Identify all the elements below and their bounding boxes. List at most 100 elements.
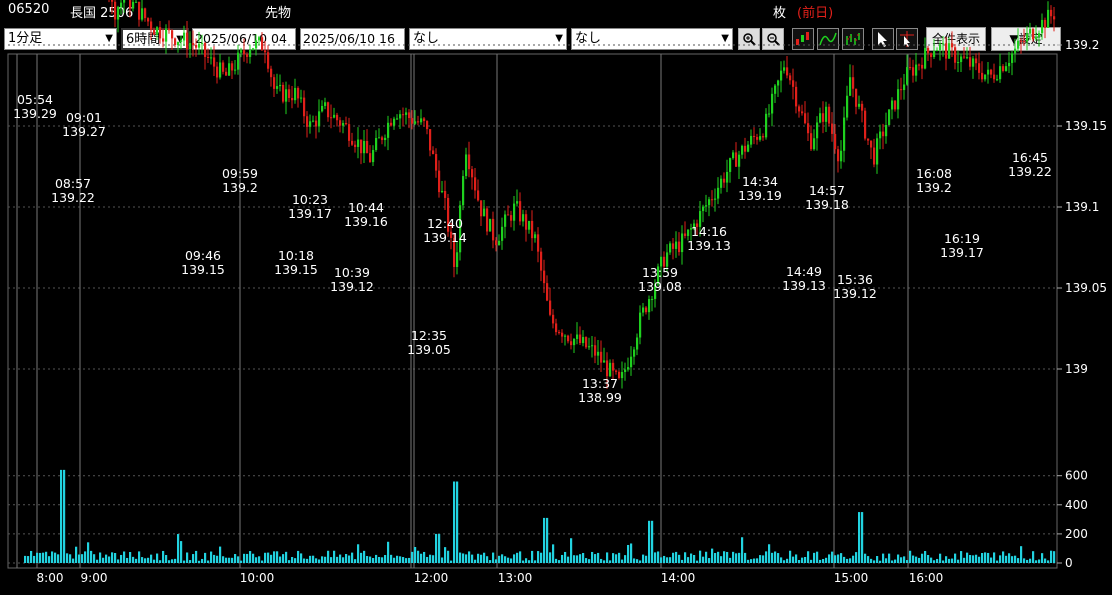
volume-bar bbox=[342, 557, 345, 563]
volume-bar bbox=[687, 557, 690, 563]
candle-body bbox=[132, 1, 135, 9]
volume-bar bbox=[216, 555, 219, 563]
candle-body bbox=[867, 138, 870, 141]
candle-body bbox=[492, 218, 495, 241]
volume-bar bbox=[201, 558, 204, 563]
time-tick-label: 10:00 bbox=[240, 571, 275, 585]
volume-bar bbox=[915, 556, 918, 563]
candle-body bbox=[780, 70, 783, 81]
volume-bar bbox=[1053, 551, 1056, 563]
volume-bar bbox=[270, 554, 273, 563]
volume-bar bbox=[969, 554, 972, 563]
annotation-price: 139.18 bbox=[805, 197, 849, 212]
volume-bar bbox=[156, 553, 159, 563]
candle-body bbox=[813, 138, 816, 150]
volume-bar bbox=[462, 553, 465, 563]
candle-body bbox=[384, 137, 387, 141]
volume-bar bbox=[102, 557, 105, 563]
candle-body bbox=[117, 6, 120, 20]
volume-bar bbox=[186, 552, 189, 563]
volume-bar bbox=[174, 558, 177, 563]
annotation-time: 09:59 bbox=[222, 166, 258, 181]
volume-bar bbox=[1002, 551, 1005, 563]
candle-body bbox=[639, 312, 642, 338]
volume-bar bbox=[792, 556, 795, 563]
volume-bar bbox=[255, 557, 258, 563]
volume-bar bbox=[333, 550, 336, 563]
volume-bar bbox=[978, 556, 981, 563]
volume-bar bbox=[660, 557, 663, 563]
volume-bar bbox=[891, 560, 894, 563]
annotation-time: 13:37 bbox=[582, 376, 618, 391]
candle-body bbox=[285, 89, 288, 102]
volume-bar bbox=[1044, 558, 1047, 563]
candle-body bbox=[993, 74, 996, 80]
volume-bar bbox=[438, 533, 441, 563]
candle-body bbox=[753, 135, 756, 138]
volume-bar bbox=[888, 553, 891, 563]
volume-bar bbox=[768, 544, 771, 563]
price-chart[interactable]: 05:54139.29 09:01139.2708:57139.2209:5913… bbox=[0, 0, 1112, 595]
volume-bar bbox=[465, 554, 468, 563]
volume-bar bbox=[900, 557, 903, 563]
volume-bar bbox=[948, 558, 951, 563]
volume-bar bbox=[285, 551, 288, 563]
annotation-price: 139.08 bbox=[638, 279, 682, 294]
volume-bar bbox=[444, 547, 447, 563]
candle-body bbox=[528, 220, 531, 230]
candle-body bbox=[240, 50, 243, 53]
volume-bar bbox=[42, 552, 45, 563]
candle-body bbox=[717, 187, 720, 199]
volume-bar bbox=[450, 560, 453, 563]
volume-bar bbox=[153, 559, 156, 563]
volume-bar bbox=[840, 553, 843, 563]
candle-body bbox=[864, 110, 867, 139]
candle-body bbox=[501, 226, 504, 241]
volume-bar bbox=[231, 557, 234, 563]
volume-bar bbox=[1008, 553, 1011, 563]
volume-bar bbox=[720, 556, 723, 563]
candle-body bbox=[300, 97, 303, 99]
volume-bar bbox=[675, 551, 678, 563]
volume-bar bbox=[360, 552, 363, 563]
candle-body bbox=[363, 141, 366, 154]
volume-bar bbox=[588, 559, 591, 563]
volume-bar bbox=[753, 558, 756, 563]
volume-bar bbox=[243, 553, 246, 563]
candle-body bbox=[369, 153, 372, 163]
candle-body bbox=[525, 214, 528, 230]
annotation-price: 139.16 bbox=[344, 214, 388, 229]
volume-bar bbox=[702, 556, 705, 563]
candle-body bbox=[198, 43, 201, 48]
volume-bar bbox=[495, 559, 498, 563]
candle-body bbox=[987, 69, 990, 75]
candle-body bbox=[984, 74, 987, 80]
candle-body bbox=[480, 200, 483, 217]
volume-bar bbox=[732, 551, 735, 563]
volume-bar bbox=[471, 554, 474, 563]
volume-bar bbox=[663, 555, 666, 563]
volume-bar bbox=[717, 551, 720, 563]
volume-bar bbox=[633, 558, 636, 563]
volume-bar bbox=[507, 557, 510, 563]
candle-body bbox=[582, 337, 585, 344]
volume-bar bbox=[1038, 559, 1041, 563]
candle-body bbox=[954, 47, 957, 63]
candle-body bbox=[315, 120, 318, 127]
volume-bar bbox=[831, 551, 834, 563]
volume-bar bbox=[171, 559, 174, 563]
volume-bar bbox=[306, 558, 309, 563]
volume-bar bbox=[1011, 556, 1014, 563]
candle-body bbox=[348, 124, 351, 141]
volume-bar bbox=[432, 555, 435, 563]
annotation-time: 16:19 bbox=[944, 231, 980, 246]
volume-bar bbox=[114, 553, 117, 563]
volume-bar bbox=[894, 559, 897, 563]
candle-body bbox=[426, 121, 429, 130]
volume-bar bbox=[876, 556, 879, 563]
volume-bar bbox=[129, 552, 132, 563]
candle-body bbox=[489, 218, 492, 232]
candle-body bbox=[564, 335, 567, 337]
candle-body bbox=[474, 177, 477, 191]
candle-body bbox=[1008, 62, 1011, 67]
